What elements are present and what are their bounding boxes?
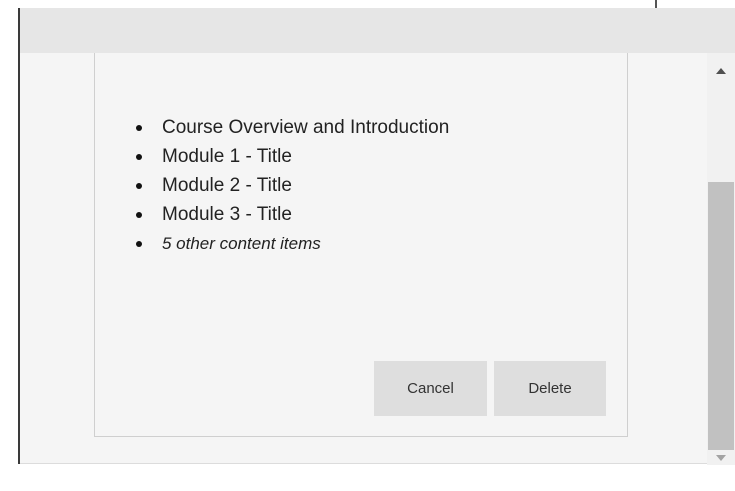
list-item-label: Module 2 - Title — [162, 175, 292, 196]
list-item: Module 1 - Title — [133, 142, 449, 171]
content-items-list: Course Overview and Introduction Module … — [133, 113, 449, 258]
screen: Course Overview and Introduction Module … — [0, 0, 735, 491]
bullet-icon — [136, 125, 142, 131]
delete-confirmation-dialog: Course Overview and Introduction Module … — [94, 53, 628, 437]
list-item-other-items: 5 other content items — [133, 229, 449, 258]
list-item: Module 2 - Title — [133, 171, 449, 200]
bullet-icon — [136, 154, 142, 160]
arrow-up-icon[interactable] — [716, 68, 726, 74]
scrollbar-thumb[interactable] — [708, 182, 734, 450]
bottom-divider — [20, 463, 707, 464]
top-edge-divider — [655, 0, 657, 8]
delete-button[interactable]: Delete — [494, 361, 606, 416]
bullet-icon — [136, 212, 142, 218]
bullet-icon — [136, 183, 142, 189]
bullet-icon — [136, 241, 142, 247]
cancel-button[interactable]: Cancel — [374, 361, 487, 416]
list-item-label: Module 1 - Title — [162, 146, 292, 167]
list-item: Course Overview and Introduction — [133, 113, 449, 142]
other-items-label: 5 other content items — [162, 234, 321, 253]
list-item: Module 3 - Title — [133, 200, 449, 229]
list-item-label: Course Overview and Introduction — [162, 117, 450, 138]
top-bar — [20, 8, 735, 53]
vertical-scrollbar[interactable] — [707, 53, 735, 465]
list-item-label: Module 3 - Title — [162, 204, 292, 225]
arrow-down-icon[interactable] — [716, 455, 726, 461]
